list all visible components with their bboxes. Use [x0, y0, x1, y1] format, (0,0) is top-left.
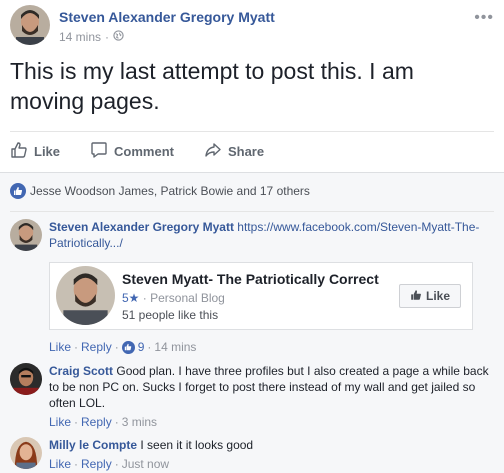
- like-label: Like: [34, 144, 61, 159]
- page-likes-count: 51 people like this: [122, 308, 219, 322]
- share-icon: [204, 141, 228, 162]
- comment-icon: [90, 141, 114, 162]
- page-like-button[interactable]: Like: [399, 284, 461, 308]
- share-button[interactable]: Share: [204, 141, 264, 162]
- post-time[interactable]: 14 mins: [59, 30, 101, 44]
- page-like-label: Like: [425, 289, 450, 303]
- reactions-text: Jesse Woodson James, Patrick Bowie and 1…: [30, 184, 310, 198]
- divider: [10, 211, 494, 212]
- comment-author[interactable]: Milly le Compte: [49, 438, 137, 452]
- commenter-avatar[interactable]: [10, 219, 42, 251]
- post-meta: 14 mins ·: [59, 30, 124, 44]
- meta-separator: ·: [74, 415, 79, 429]
- comment-text: I seen it it looks good: [140, 438, 254, 452]
- page-rating: 5★: [122, 291, 140, 305]
- post-header: Steven Alexander Gregory Myatt 14 mins ·…: [10, 5, 494, 47]
- comment-reply-link[interactable]: Reply: [81, 456, 112, 472]
- author-avatar[interactable]: [10, 5, 50, 45]
- page-title[interactable]: Steven Myatt- The Patriotically Correct: [122, 271, 379, 287]
- meta-separator: ·: [74, 457, 79, 471]
- comment-body: Craig Scott Good plan. I have three prof…: [49, 363, 494, 430]
- post-author-name[interactable]: Steven Alexander Gregory Myatt: [59, 9, 275, 25]
- thumbs-up-icon: [410, 289, 426, 304]
- comment-meta: Like · Reply · 3 mins: [49, 414, 494, 430]
- comment-text: Good plan. I have three profiles but I a…: [49, 364, 489, 410]
- like-reaction-icon: [121, 340, 135, 354]
- globe-icon: [113, 30, 124, 44]
- meta-separator: ·: [114, 340, 119, 354]
- comment-like-link[interactable]: Like: [49, 414, 71, 430]
- page-avatar[interactable]: [56, 266, 115, 325]
- comment-time[interactable]: Just now: [122, 456, 169, 472]
- comment-body: Milly le Compte I seen it it looks good …: [49, 437, 494, 472]
- comment-meta: Like · Reply · Just now: [49, 456, 494, 472]
- like-button[interactable]: Like: [10, 141, 60, 162]
- meta-separator: ·: [105, 30, 110, 44]
- meta-separator: ·: [114, 415, 119, 429]
- meta-separator: ·: [74, 340, 79, 354]
- more-options-button[interactable]: •••: [474, 9, 494, 27]
- comment-like-link[interactable]: Like: [49, 339, 71, 355]
- post-actions-bar: Like Comment Share: [10, 131, 494, 171]
- comment-author[interactable]: Steven Alexander Gregory Myatt: [49, 220, 234, 234]
- commenter-avatar[interactable]: [10, 437, 42, 469]
- meta-separator: ·: [147, 340, 152, 354]
- commenter-avatar[interactable]: [10, 363, 42, 395]
- comment-time[interactable]: 3 mins: [122, 414, 157, 430]
- comment-body: Steven Alexander Gregory Myatt https://w…: [49, 219, 494, 251]
- meta-separator: ·: [114, 457, 119, 471]
- comment-reply-link[interactable]: Reply: [81, 414, 112, 430]
- comment-like-link[interactable]: Like: [49, 456, 71, 472]
- thumbs-up-icon: [10, 141, 34, 162]
- comment-author[interactable]: Craig Scott: [49, 364, 113, 378]
- comment-time[interactable]: 14 mins: [154, 339, 196, 355]
- comment-reply-link[interactable]: Reply: [81, 339, 112, 355]
- reactions-summary[interactable]: Jesse Woodson James, Patrick Bowie and 1…: [10, 183, 310, 199]
- comment-label: Comment: [114, 144, 174, 159]
- comment-meta: Like · Reply · 9 · 14 mins: [49, 339, 494, 355]
- page-preview-card[interactable]: Steven Myatt- The Patriotically Correct …: [49, 262, 473, 330]
- post-text: This is my last attempt to post this. I …: [10, 58, 414, 114]
- page-category: Personal Blog: [150, 291, 225, 305]
- like-reaction-icon: [10, 183, 26, 199]
- share-label: Share: [227, 144, 265, 159]
- comment-likes-count[interactable]: 9: [138, 339, 145, 355]
- comment-button[interactable]: Comment: [90, 141, 174, 162]
- page-subtitle: 5★ · Personal Blog: [122, 291, 225, 305]
